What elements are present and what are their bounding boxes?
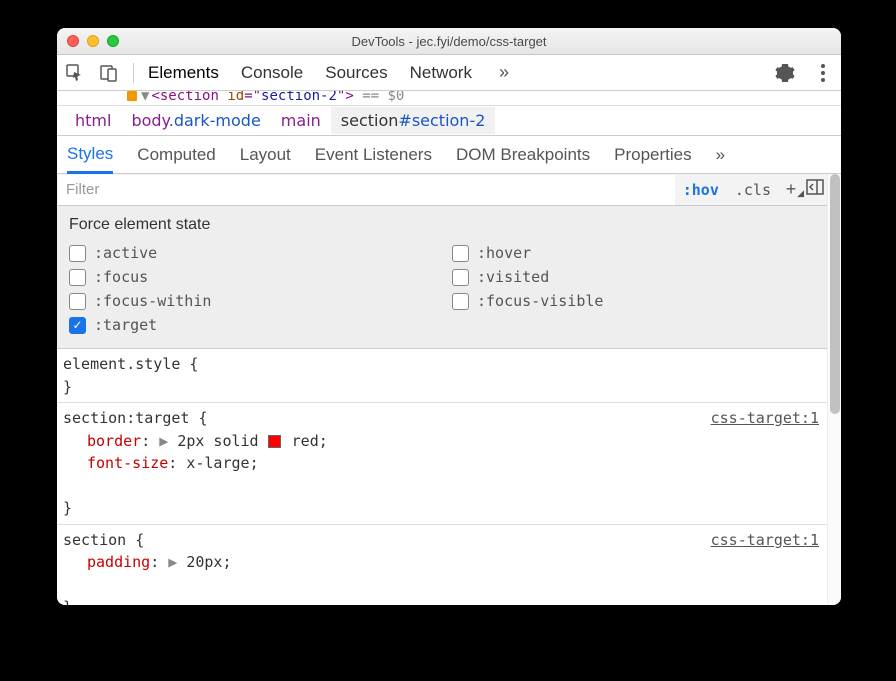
force-state-target[interactable]: :target: [69, 316, 432, 334]
subtab-properties[interactable]: Properties: [614, 138, 691, 172]
rule-selector[interactable]: section: [63, 531, 126, 549]
breadcrumb-section[interactable]: section#section-2: [331, 107, 496, 134]
more-subtabs-icon[interactable]: »: [716, 145, 725, 165]
checkbox-icon: [452, 293, 469, 310]
window-controls: [67, 35, 119, 47]
breadcrumb-html[interactable]: html: [65, 107, 121, 134]
checkbox-label: :focus-visible: [477, 292, 603, 310]
color-swatch-icon[interactable]: [268, 435, 281, 448]
checkbox-label: :focus: [94, 268, 148, 286]
window-title: DevTools - jec.fyi/demo/css-target: [57, 34, 841, 49]
css-property[interactable]: border: [87, 432, 141, 450]
main-toolbar: Elements Console Sources Network »: [57, 55, 841, 91]
expand-shorthand-icon[interactable]: ▶: [168, 553, 177, 571]
style-rule[interactable]: css-target:1section:target {border: ▶ 2p…: [57, 403, 827, 525]
close-window-button[interactable]: [67, 35, 79, 47]
checkbox-label: :hover: [477, 244, 531, 262]
rule-selector[interactable]: element.style: [63, 355, 180, 373]
subtab-layout[interactable]: Layout: [240, 138, 291, 172]
css-value[interactable]: 20px: [186, 553, 222, 571]
subtab-computed[interactable]: Computed: [137, 138, 215, 172]
rule-source-link[interactable]: css-target:1: [711, 407, 819, 430]
subtab-styles[interactable]: Styles: [67, 137, 113, 174]
tab-console[interactable]: Console: [241, 63, 303, 83]
force-state-focus[interactable]: :focus: [69, 268, 432, 286]
settings-gear-icon[interactable]: [775, 63, 795, 83]
css-value[interactable]: x-large: [186, 454, 249, 472]
styles-filter-bar: :hov .cls +◢: [57, 174, 827, 206]
rule-selector[interactable]: section:target: [63, 409, 189, 427]
sidebar-tabs: Styles Computed Layout Event Listeners D…: [57, 136, 841, 174]
window-titlebar: DevTools - jec.fyi/demo/css-target: [57, 28, 841, 55]
device-toolbar-icon[interactable]: [99, 63, 119, 83]
checkbox-icon: [69, 245, 86, 262]
breadcrumb: html body.dark-mode main section#section…: [57, 106, 841, 136]
force-state-title: Force element state: [69, 216, 815, 234]
style-rule[interactable]: css-target:1section {padding: ▶ 20px;}: [57, 525, 827, 606]
tab-sources[interactable]: Sources: [325, 63, 387, 83]
force-state-focus-visible[interactable]: :focus-visible: [452, 292, 815, 310]
checkbox-label: :visited: [477, 268, 549, 286]
checkbox-icon: [69, 317, 86, 334]
rule-source-link[interactable]: css-target:1: [711, 529, 819, 552]
css-value[interactable]: red: [292, 432, 319, 450]
styles-panel: :hov .cls +◢ Force element state :active…: [57, 174, 827, 605]
toggle-cls-button[interactable]: .cls: [727, 181, 779, 199]
css-property[interactable]: padding: [87, 553, 150, 571]
minimize-window-button[interactable]: [87, 35, 99, 47]
style-rule[interactable]: element.style {}: [57, 349, 827, 403]
subtab-event-listeners[interactable]: Event Listeners: [315, 138, 432, 172]
style-declaration[interactable]: border: ▶ 2px solid red;: [63, 430, 819, 453]
checkbox-icon: [69, 269, 86, 286]
inspect-element-icon[interactable]: [65, 63, 85, 83]
computed-sidebar-toggle-icon[interactable]: [803, 179, 827, 200]
style-declaration[interactable]: padding: ▶ 20px;: [63, 551, 819, 574]
tab-elements[interactable]: Elements: [148, 63, 219, 83]
force-state-hover[interactable]: :hover: [452, 244, 815, 262]
style-declaration[interactable]: font-size: x-large;: [63, 452, 819, 475]
css-value[interactable]: 2px solid: [177, 432, 267, 450]
more-tabs-icon[interactable]: »: [494, 63, 514, 83]
force-element-state-panel: Force element state :active :hover :focus:…: [57, 206, 827, 349]
maximize-window-button[interactable]: [107, 35, 119, 47]
css-property[interactable]: font-size: [87, 454, 168, 472]
checkbox-label: :focus-within: [94, 292, 211, 310]
dom-tree-snippet[interactable]: ▼<section id="section-2"> == $0: [57, 91, 841, 106]
checkbox-icon: [452, 269, 469, 286]
subtab-dom-breakpoints[interactable]: DOM Breakpoints: [456, 138, 590, 172]
kebab-menu-icon[interactable]: [813, 63, 833, 83]
checkbox-label: :active: [94, 244, 157, 262]
expand-shorthand-icon[interactable]: ▶: [159, 432, 168, 450]
checkbox-label: :target: [94, 316, 157, 334]
main-tabs: Elements Console Sources Network »: [148, 63, 761, 83]
scrollbar-thumb[interactable]: [830, 174, 840, 414]
devtools-window: DevTools - jec.fyi/demo/css-target Eleme…: [57, 28, 841, 605]
checkbox-icon: [69, 293, 86, 310]
toggle-hov-button[interactable]: :hov: [675, 181, 727, 199]
checkbox-icon: [452, 245, 469, 262]
force-state-focus-within[interactable]: :focus-within: [69, 292, 432, 310]
force-state-active[interactable]: :active: [69, 244, 432, 262]
breadcrumb-main[interactable]: main: [271, 107, 331, 134]
new-style-rule-icon[interactable]: +◢: [779, 179, 803, 200]
styles-filter-input[interactable]: [58, 175, 675, 205]
tab-network[interactable]: Network: [410, 63, 472, 83]
force-state-visited[interactable]: :visited: [452, 268, 815, 286]
vertical-scrollbar[interactable]: [827, 174, 841, 605]
breadcrumb-body[interactable]: body.dark-mode: [121, 107, 270, 134]
